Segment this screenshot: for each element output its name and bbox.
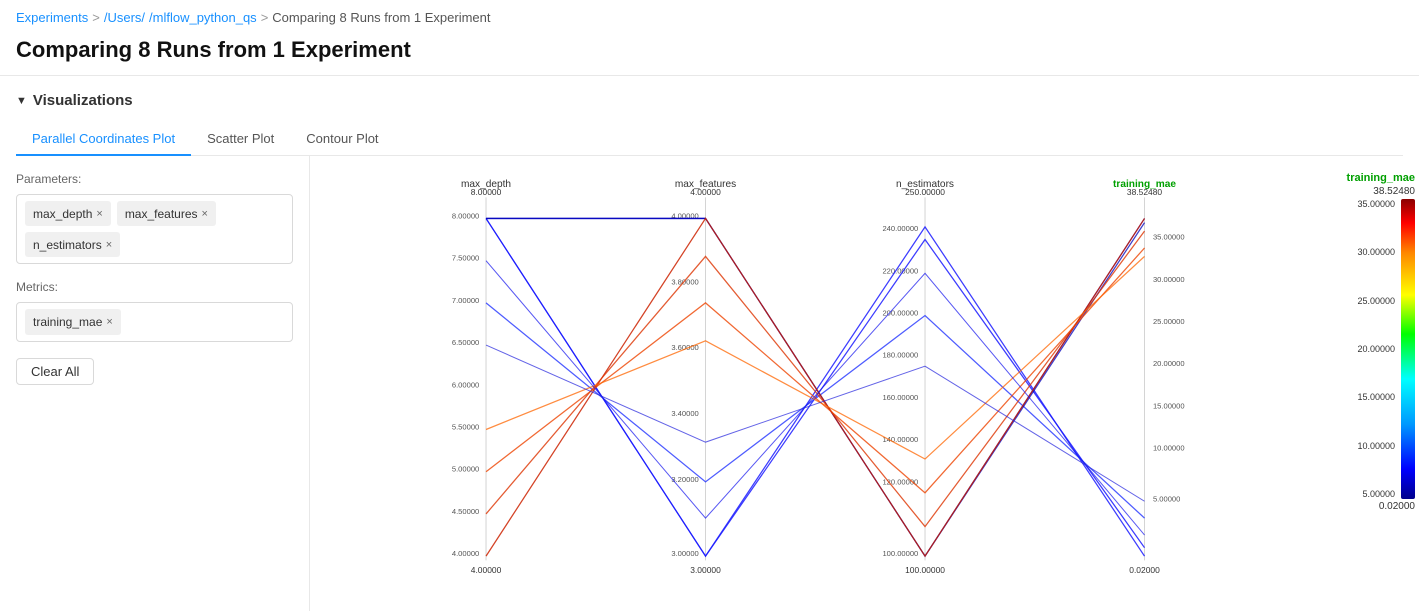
chevron-icon: ▼ [16,95,27,107]
colorbar-gradient [1401,199,1415,499]
svg-text:6.00000: 6.00000 [452,380,479,389]
svg-text:30.00000: 30.00000 [1153,275,1185,284]
svg-text:3.40000: 3.40000 [671,409,698,418]
tab-parallel-coordinates[interactable]: Parallel Coordinates Plot [16,123,191,156]
svg-text:3.60000: 3.60000 [671,343,698,352]
colorbar-tick-30: 30.00000 [1357,247,1395,257]
svg-text:4.00000: 4.00000 [471,565,502,575]
metrics-label: Metrics: [16,280,293,294]
svg-text:3.80000: 3.80000 [671,277,698,286]
parallel-coordinates-chart: max_depth max_features n_estimators trai… [318,172,1321,611]
svg-text:3.00000: 3.00000 [690,565,721,575]
svg-text:5.50000: 5.50000 [452,422,479,431]
colorbar-bottom-value: 0.02000 [1379,501,1415,512]
tag-training-mae-label: training_mae [33,315,102,329]
breadcrumb: Experiments > /Users/ /mlflow_python_qs … [0,0,1419,31]
colorbar-tick-10: 10.00000 [1357,441,1395,451]
tag-training-mae[interactable]: training_mae × [25,309,121,335]
svg-text:4.50000: 4.50000 [452,507,479,516]
svg-text:6.50000: 6.50000 [452,338,479,347]
svg-text:35.00000: 35.00000 [1153,233,1185,242]
svg-text:180.00000: 180.00000 [882,351,918,360]
svg-text:0.02000: 0.02000 [1129,565,1160,575]
main-content: Parameters: max_depth × max_features × n… [0,156,1419,611]
svg-text:100.00000: 100.00000 [882,549,918,558]
tag-max-depth[interactable]: max_depth × [25,201,111,226]
svg-text:3.00000: 3.00000 [671,549,698,558]
visualizations-header[interactable]: ▼ Visualizations [16,92,1403,109]
breadcrumb-experiment-name[interactable]: /mlflow_python_qs [149,10,257,25]
svg-text:200.00000: 200.00000 [882,309,918,318]
svg-text:5.00000: 5.00000 [1153,494,1180,503]
parameters-label: Parameters: [16,172,293,186]
tab-scatter-plot[interactable]: Scatter Plot [191,123,290,156]
left-panel: Parameters: max_depth × max_features × n… [0,156,310,611]
tag-max-features-close[interactable]: × [202,208,208,220]
page-title: Comparing 8 Runs from 1 Experiment [0,31,1419,76]
tag-max-depth-label: max_depth [33,207,92,221]
svg-text:5.00000: 5.00000 [452,465,479,474]
svg-text:8.00000: 8.00000 [452,211,479,220]
svg-text:38.52480: 38.52480 [1127,187,1162,197]
tag-training-mae-close[interactable]: × [106,316,112,328]
tag-max-features[interactable]: max_features × [117,201,216,226]
svg-text:4.00000: 4.00000 [671,211,698,220]
svg-text:240.00000: 240.00000 [882,224,918,233]
colorbar-tick-15: 15.00000 [1357,392,1395,402]
tag-n-estimators-label: n_estimators [33,238,102,252]
svg-text:4.00000: 4.00000 [452,549,479,558]
tabs-bar: Parallel Coordinates Plot Scatter Plot C… [16,123,1403,156]
breadcrumb-sep1: > [92,10,100,25]
metrics-tags-box[interactable]: training_mae × [16,302,293,342]
svg-text:7.00000: 7.00000 [452,296,479,305]
colorbar-tick-35: 35.00000 [1357,199,1395,209]
svg-text:100.00000: 100.00000 [905,565,945,575]
svg-text:250.00000: 250.00000 [905,187,945,197]
colorbar: training_mae 38.52480 35.00000 30.00000 … [1335,172,1415,567]
svg-text:20.00000: 20.00000 [1153,359,1185,368]
colorbar-top-value: 38.52480 [1373,186,1415,197]
tab-contour-plot[interactable]: Contour Plot [290,123,394,156]
colorbar-tick-25: 25.00000 [1357,296,1395,306]
tag-max-features-label: max_features [125,207,198,221]
visualizations-title: Visualizations [33,92,133,109]
breadcrumb-users[interactable]: /Users/ [104,10,145,25]
svg-text:8.00000: 8.00000 [471,187,502,197]
svg-text:160.00000: 160.00000 [882,393,918,402]
svg-text:7.50000: 7.50000 [452,254,479,263]
chart-area: max_depth max_features n_estimators trai… [310,156,1419,611]
colorbar-tick-5: 5.00000 [1362,489,1395,499]
svg-text:4.00000: 4.00000 [690,187,721,197]
tag-n-estimators-close[interactable]: × [106,239,112,251]
colorbar-label: training_mae [1347,172,1415,184]
visualizations-section: ▼ Visualizations Parallel Coordinates Pl… [0,76,1419,156]
breadcrumb-sep3: > [261,10,269,25]
svg-text:220.00000: 220.00000 [882,266,918,275]
tag-max-depth-close[interactable]: × [96,208,102,220]
breadcrumb-current: Comparing 8 Runs from 1 Experiment [272,10,490,25]
svg-text:10.00000: 10.00000 [1153,444,1185,453]
tag-n-estimators[interactable]: n_estimators × [25,232,120,257]
svg-text:15.00000: 15.00000 [1153,401,1185,410]
colorbar-tick-20: 20.00000 [1357,344,1395,354]
clear-all-button[interactable]: Clear All [16,358,94,385]
breadcrumb-experiments[interactable]: Experiments [16,10,88,25]
parameters-tags-box[interactable]: max_depth × max_features × n_estimators … [16,194,293,264]
svg-text:25.00000: 25.00000 [1153,317,1185,326]
